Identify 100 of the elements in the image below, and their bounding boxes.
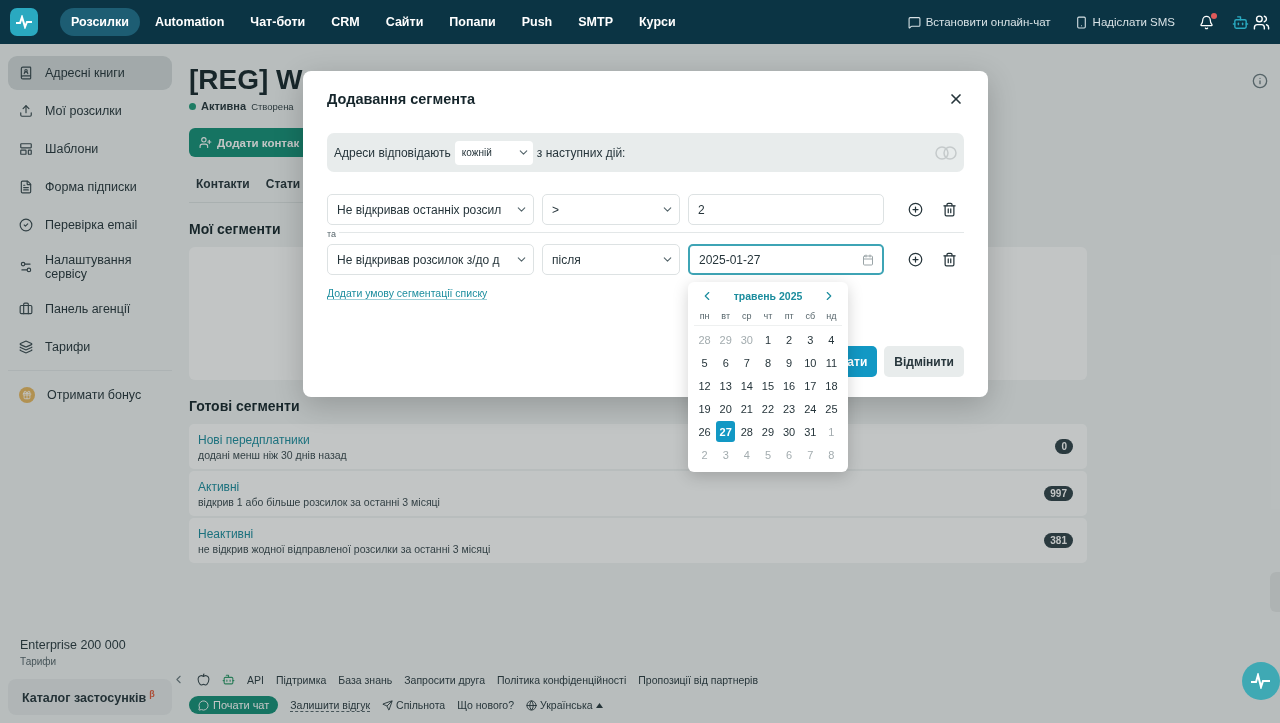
nav-tab[interactable]: Попапи (438, 8, 507, 36)
segment-card[interactable]: Активні відкрив 1 або більше розсилок за останні 3 місяці 997 (189, 471, 1087, 516)
calendar-day[interactable]: 12 (695, 375, 715, 396)
calendar-day[interactable]: 1 (758, 329, 778, 350)
calendar-day[interactable]: 6 (716, 352, 736, 373)
contact-book-icon (19, 66, 33, 80)
gift-icon (19, 387, 35, 403)
calendar-icon[interactable] (862, 253, 874, 266)
nav-tab[interactable]: CRM (320, 8, 371, 36)
chat-fab[interactable] (1242, 662, 1280, 700)
calendar-day[interactable]: 28 (737, 421, 757, 442)
sidebar-item[interactable]: Перевірка email (8, 208, 172, 242)
community-link[interactable]: Спільнота (396, 699, 446, 711)
footer-link[interactable]: Запросити друга (404, 673, 486, 686)
calendar-day[interactable]: 30 (779, 421, 799, 442)
sidebar-item[interactable]: Панель агенції (8, 292, 172, 326)
calendar-day[interactable]: 20 (716, 398, 736, 419)
android-icon[interactable] (222, 673, 235, 686)
weekday-label: сб (799, 308, 821, 326)
plan-name: Enterprise 200 000 (20, 637, 127, 652)
top-action-link[interactable]: Надіслати SMS (1092, 16, 1175, 28)
calendar-day[interactable]: 16 (779, 375, 799, 396)
field-select[interactable]: Не відкривав останніх розсил (327, 194, 534, 225)
calendar-day[interactable]: 23 (779, 398, 799, 419)
chat-icon[interactable] (907, 15, 921, 29)
footer-link[interactable]: Підтримка (275, 673, 327, 686)
calendar-day[interactable]: 24 (800, 398, 820, 419)
calendar-day[interactable]: 31 (800, 421, 820, 442)
calendar-day[interactable]: 22 (758, 398, 778, 419)
nav-tab[interactable]: Push (510, 8, 564, 36)
calendar-day[interactable]: 7 (737, 352, 757, 373)
sidebar-item[interactable]: Шаблони (8, 132, 172, 166)
calendar-day[interactable]: 14 (737, 375, 757, 396)
value-field[interactable]: 2 (688, 194, 884, 225)
footer-link[interactable]: Пропозиції від партнерів (638, 673, 759, 686)
top-action-link[interactable]: Встановити онлайн-чат (925, 16, 1051, 28)
calendar-day[interactable]: 17 (800, 375, 820, 396)
calendar-day[interactable]: 19 (695, 398, 715, 419)
footer-link[interactable]: Політика конфіденційності (497, 673, 627, 686)
sidebar-item[interactable]: Налаштування сервісу (8, 246, 172, 288)
calendar-day[interactable]: 21 (737, 398, 757, 419)
logo-icon[interactable] (10, 8, 38, 36)
calendar-day[interactable]: 11 (821, 352, 841, 373)
calendar-day[interactable]: 3 (800, 329, 820, 350)
calendar-day[interactable]: 5 (695, 352, 715, 373)
cancel-button[interactable]: Відмінити (884, 346, 964, 377)
operator-select[interactable]: після (542, 244, 680, 275)
nav-tab[interactable]: Чат-боти (239, 8, 317, 36)
match-select[interactable]: кожній (454, 140, 533, 165)
count-badge: 381 (1044, 533, 1073, 548)
calendar-day[interactable]: 10 (800, 352, 820, 373)
feedback-link[interactable]: Залишити відгук (290, 698, 371, 712)
weekday-label: пт (778, 308, 800, 326)
whats-new-link[interactable]: Що нового? (457, 699, 514, 711)
dialog-title: Додавання сегмента (327, 91, 476, 107)
language-selector[interactable]: Українська (540, 699, 593, 711)
delete-icon[interactable] (942, 202, 957, 217)
segment-description: відкрив 1 або більше розсилок за останні 3 місяці (198, 495, 440, 508)
notifications-icon[interactable] (1199, 14, 1214, 30)
calendar-day[interactable]: 2 (779, 329, 799, 350)
robot-icon[interactable] (1232, 13, 1249, 31)
users-icon[interactable] (1253, 13, 1270, 31)
nav-tab[interactable]: Курси (628, 8, 687, 36)
bonus-link[interactable]: Отримати бонус (8, 377, 172, 413)
add-icon[interactable] (908, 252, 923, 267)
plan-link[interactable]: Тарифи (20, 655, 160, 667)
weekday-label: вт (715, 308, 737, 326)
page-tab[interactable]: Стати (265, 177, 301, 191)
nav-tab[interactable]: Сайти (374, 8, 435, 36)
nav-tab[interactable]: Automation (143, 8, 236, 36)
sidebar-item[interactable]: Адресні книги (8, 56, 172, 90)
segment-card[interactable]: Неактивні не відкрив жодної відправленої розсилки за останні 3 місяці 381 (189, 518, 1087, 563)
nav-tab[interactable]: Розсилки (60, 8, 140, 36)
calendar-day[interactable]: 29 (758, 421, 778, 442)
catalog-button[interactable]: Каталог застосунків $^{β}$ (8, 678, 172, 715)
close-icon[interactable] (948, 91, 964, 107)
sidebar-item[interactable]: Форма підписки (8, 170, 172, 204)
sidebar-item[interactable]: Мої розсилки (8, 94, 172, 128)
calendar-day[interactable]: 18 (821, 375, 841, 396)
calendar-day[interactable]: 4 (821, 329, 841, 350)
calendar-day[interactable]: 9 (779, 352, 799, 373)
calendar-day[interactable]: 13 (716, 375, 736, 396)
phone-icon[interactable] (1074, 15, 1088, 29)
info-icon[interactable] (1252, 73, 1268, 89)
sliders-icon (19, 260, 33, 274)
apple-icon[interactable] (197, 673, 210, 686)
field-select[interactable]: Не відкривав розсилок з/до д (327, 244, 534, 275)
calendar-day[interactable]: 26 (695, 421, 715, 442)
nav-tab[interactable]: SMTP (567, 8, 624, 36)
calendar-day[interactable]: 25 (821, 398, 841, 419)
add-condition-link[interactable]: Додати умову сегментації списку (327, 287, 488, 300)
footer-link[interactable]: База знань (338, 673, 393, 686)
calendar-day[interactable]: 15 (758, 375, 778, 396)
sidebar-item[interactable]: Тарифи (8, 330, 172, 364)
add-icon[interactable] (908, 202, 923, 217)
operator-select[interactable]: > (542, 194, 680, 225)
calendar-day[interactable]: 8 (758, 352, 778, 373)
page-tab[interactable]: Контакти (196, 177, 250, 191)
footer-link[interactable]: API (247, 673, 264, 686)
delete-icon[interactable] (942, 252, 957, 267)
